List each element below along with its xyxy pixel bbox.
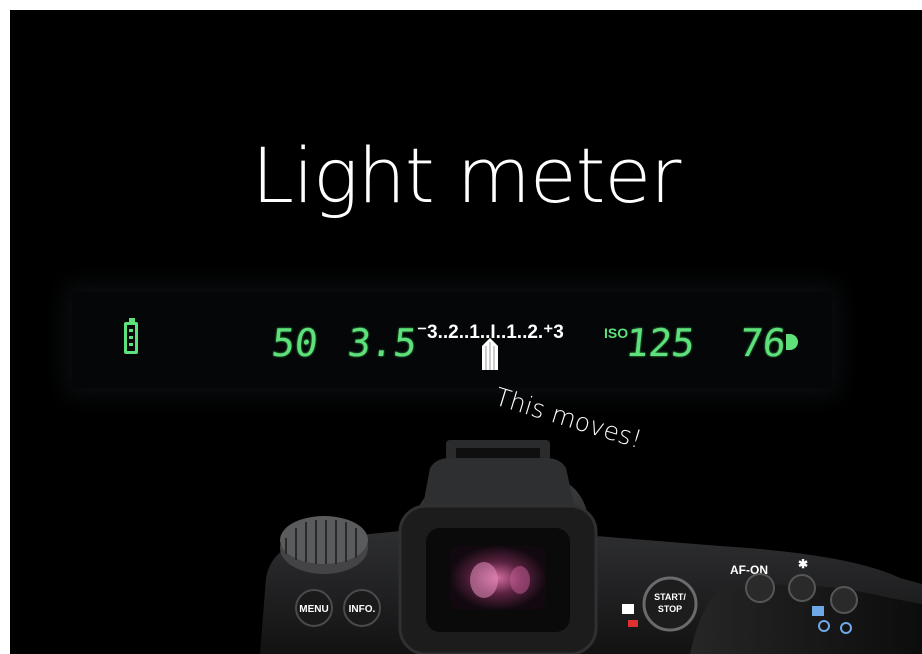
shutter-speed-readout: 50 (269, 321, 321, 365)
aperture-readout: 3.5 (345, 321, 419, 365)
slide-title: Light meter (251, 131, 682, 220)
start-stop-label-2: STOP (658, 604, 682, 614)
star-button-label: ✱ (798, 557, 808, 571)
iso-readout: 125 (623, 321, 697, 365)
menu-button-label: MENU (299, 604, 328, 615)
camera-body-image: MENU INFO. START/ STOP AF-ON ✱ (260, 440, 922, 654)
slide: Light meter 50 3.5 ⁻3..2..1..I..1..2.⁺3 … (10, 10, 922, 654)
info-button-label: INFO. (349, 604, 376, 615)
start-stop-label-1: START/ (654, 592, 686, 602)
shots-remaining-readout: 76 (737, 321, 789, 365)
exposure-indicator-icon (482, 338, 498, 370)
battery-icon (124, 318, 138, 354)
iso-label: ISO (604, 325, 629, 341)
